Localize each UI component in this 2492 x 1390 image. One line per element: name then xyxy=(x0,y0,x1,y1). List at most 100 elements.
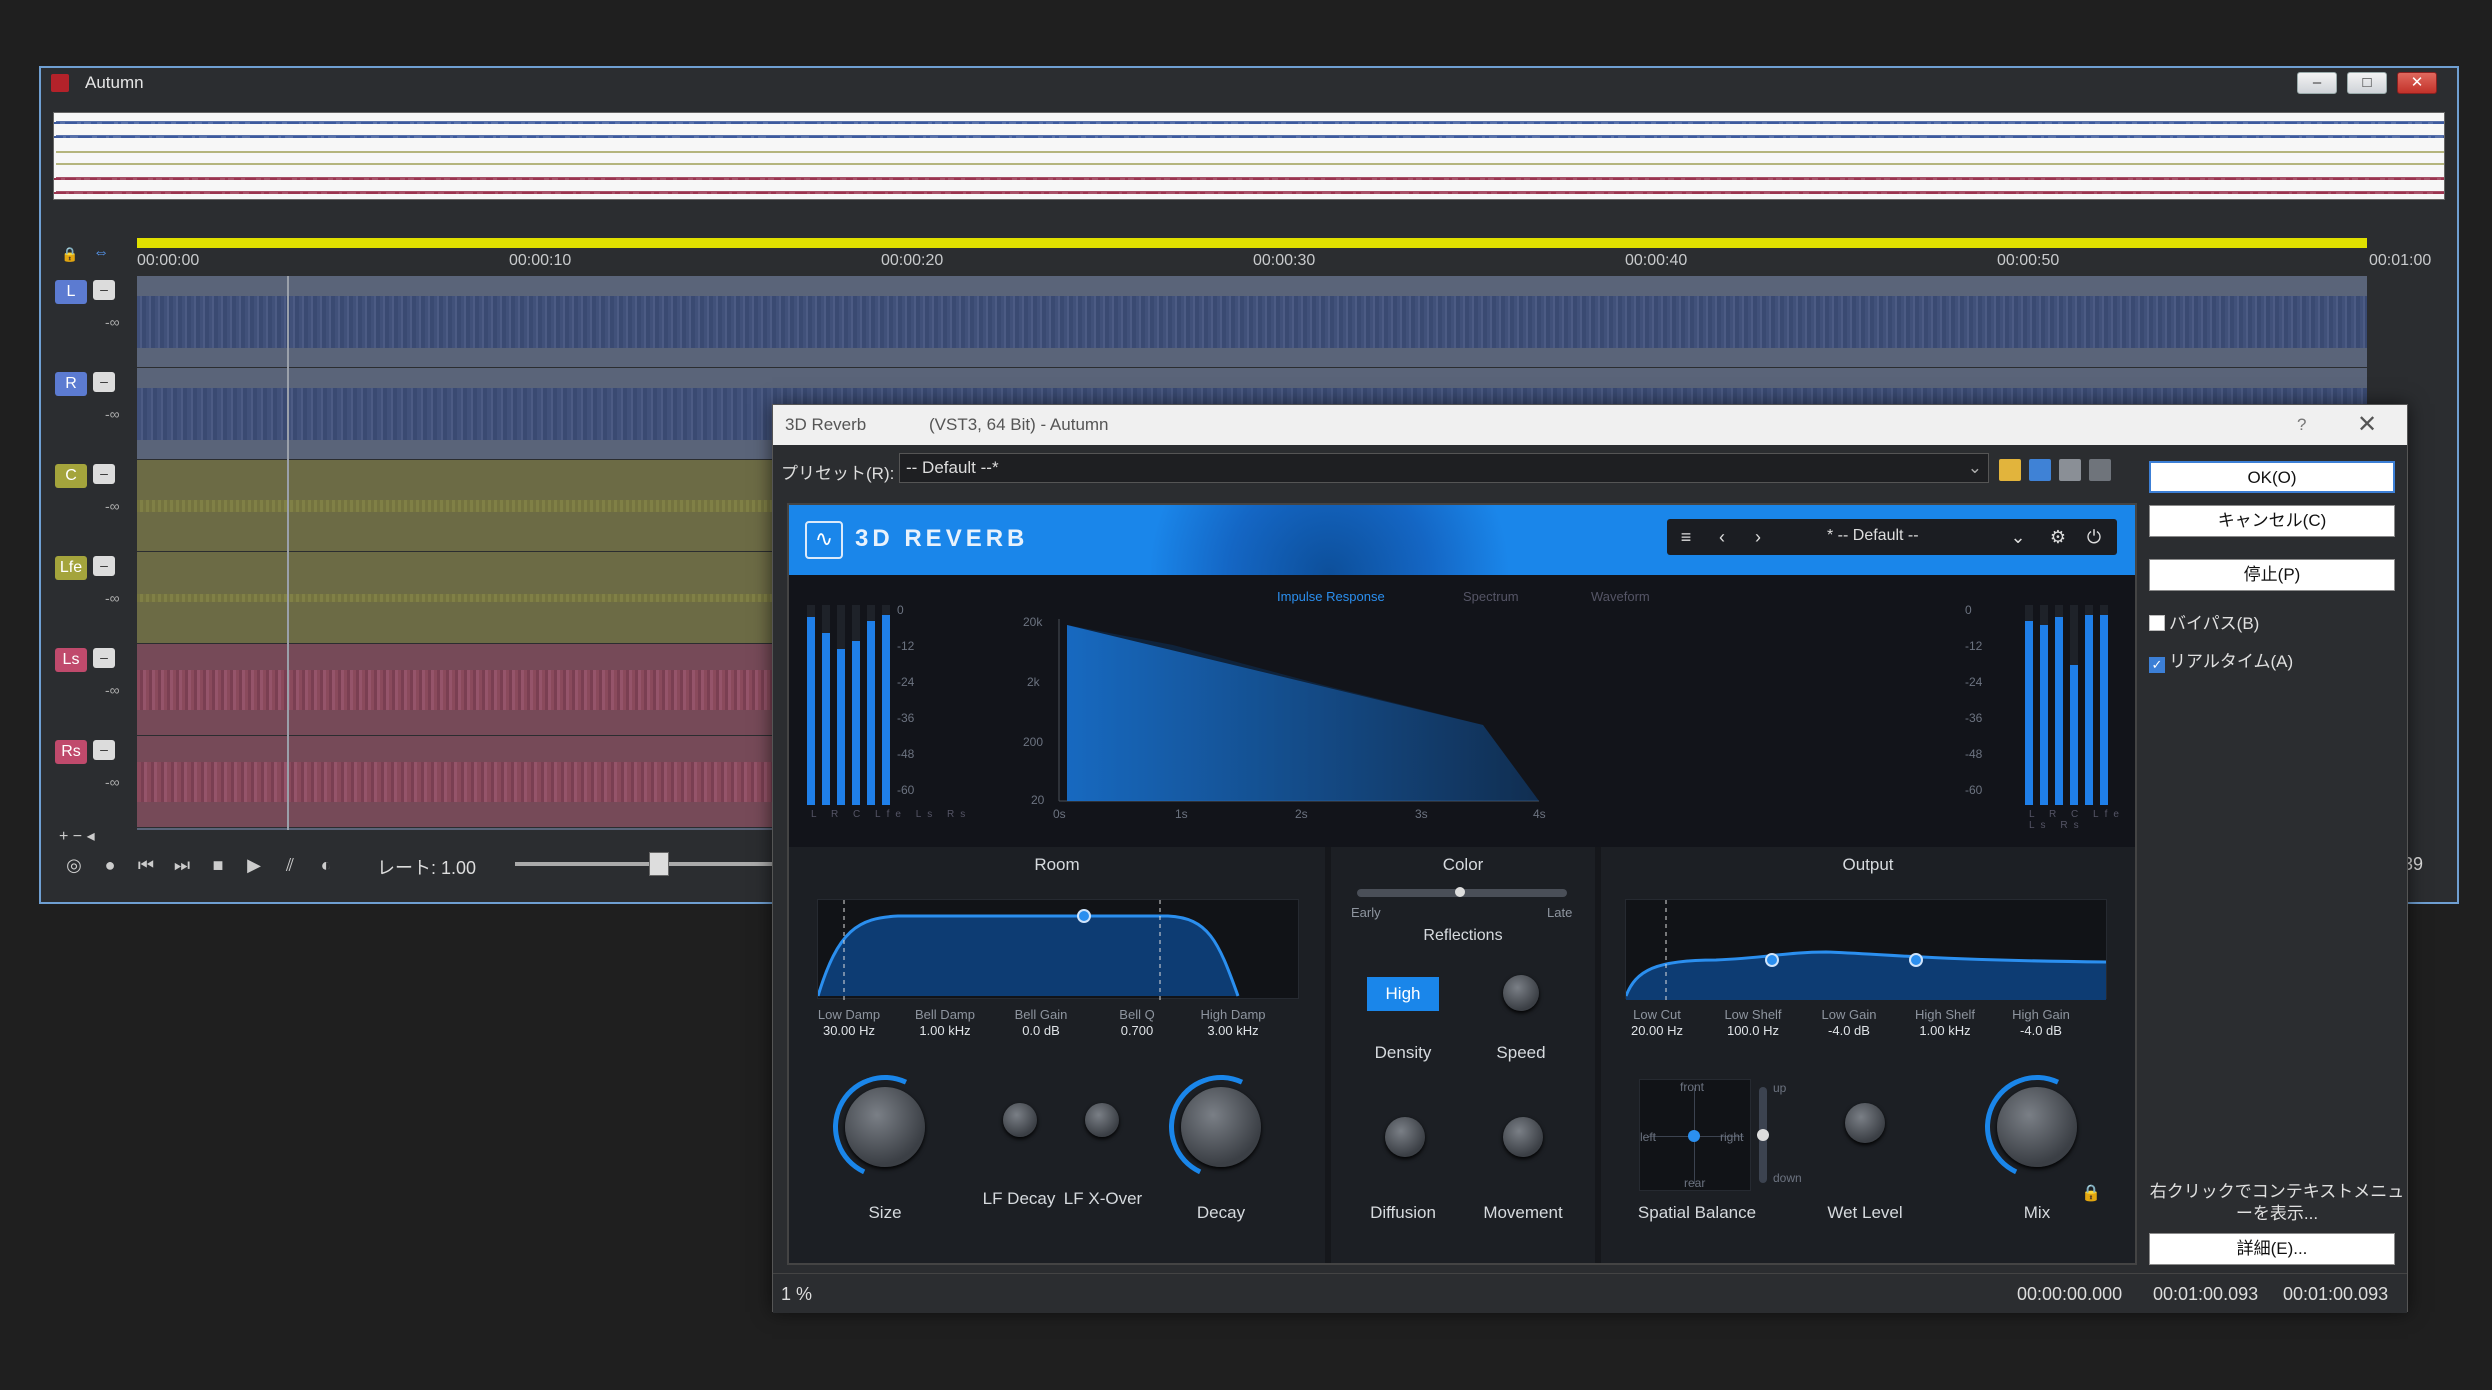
room-param-value[interactable]: 3.00 kHz xyxy=(1193,1023,1273,1038)
size-knob[interactable] xyxy=(845,1087,925,1167)
close-button[interactable]: ✕ xyxy=(2397,72,2437,94)
editor-titlebar[interactable]: Autumn – □ ✕ xyxy=(41,68,2457,98)
rate-slider-thumb[interactable] xyxy=(649,852,669,876)
menu-icon[interactable]: ≡ xyxy=(1673,525,1699,549)
channel-label-Lfe[interactable]: Lfe xyxy=(55,556,87,580)
bypass-checkbox[interactable]: バイパス(B) xyxy=(2149,609,2259,634)
mix-knob[interactable] xyxy=(1997,1087,2077,1167)
density-high-button[interactable]: High xyxy=(1367,977,1439,1011)
channel-mute-C[interactable]: – xyxy=(93,464,115,484)
rate-slider[interactable] xyxy=(515,862,775,866)
lock-icon[interactable]: 🔒 xyxy=(2081,1183,2101,1203)
record-icon[interactable]: ● xyxy=(99,854,121,876)
go-start-icon[interactable]: ⏮ xyxy=(135,854,157,876)
tab-impulse-response[interactable]: Impulse Response xyxy=(1277,589,1385,604)
minimize-button[interactable]: – xyxy=(2297,72,2337,94)
room-param-value[interactable]: 30.00 Hz xyxy=(809,1023,889,1038)
dialog-close-button[interactable]: ✕ xyxy=(2357,405,2377,445)
power-icon[interactable]: ⏻ xyxy=(2081,525,2107,549)
stop-icon[interactable]: ■ xyxy=(207,854,229,876)
time-label: 4s xyxy=(1533,807,1546,821)
output-eq-graph[interactable] xyxy=(1624,899,2107,1000)
track-row[interactable] xyxy=(137,276,2367,368)
realtime-checkbox-box[interactable]: ✓ xyxy=(2149,657,2165,673)
lf-decay-knob[interactable] xyxy=(1003,1103,1037,1137)
speed-knob[interactable] xyxy=(1503,975,1539,1011)
selection-bar[interactable] xyxy=(137,238,2367,248)
spatial-balance-pad[interactable]: front rear left right xyxy=(1639,1079,1751,1191)
reverb-plugin-panel: ∿ 3D REVERB ≡ ‹ › * -- Default -- ⌄ ⚙ ⏻ … xyxy=(787,503,2137,1265)
channel-link-icon[interactable]: ⇔ xyxy=(93,244,109,262)
bypass-checkbox-box[interactable] xyxy=(2149,615,2165,631)
help-button[interactable]: ? xyxy=(2297,405,2306,445)
channel-mute-L[interactable]: – xyxy=(93,280,115,300)
meter-ch-label: Lfe xyxy=(2093,809,2125,820)
record-loop-icon[interactable]: ◎ xyxy=(63,854,85,876)
output-param-value[interactable]: 1.00 kHz xyxy=(1905,1023,1985,1038)
output-param-label: Low Cut xyxy=(1633,1007,1681,1022)
channel-level-C: -∞ xyxy=(105,498,120,514)
room-param-label: High Damp xyxy=(1200,1007,1266,1022)
channel-mute-Lfe[interactable]: – xyxy=(93,556,115,576)
cancel-button[interactable]: キャンセル(C) xyxy=(2149,505,2395,537)
room-param-value[interactable]: 0.700 xyxy=(1097,1023,1177,1038)
preset-select[interactable]: -- Default --* ⌄ xyxy=(899,453,1989,483)
copy-preset-icon[interactable] xyxy=(2059,459,2081,481)
time-tick: 00:00:20 xyxy=(881,252,944,269)
realtime-checkbox[interactable]: ✓ リアルタイム(A) xyxy=(2149,647,2293,673)
channel-label-R[interactable]: R xyxy=(55,372,87,396)
channel-label-L[interactable]: L xyxy=(55,280,87,304)
go-end-icon[interactable]: ⏭ xyxy=(171,854,193,876)
input-channel-labels: L R C Lfe Ls Rs xyxy=(811,809,971,820)
channel-mute-Rs[interactable]: – xyxy=(93,740,115,760)
channel-mute-Ls[interactable]: – xyxy=(93,648,115,668)
gear-icon[interactable]: ⚙ xyxy=(2045,525,2071,549)
movement-knob[interactable] xyxy=(1503,1117,1543,1157)
zoom-in-icon[interactable]: + − ◂ xyxy=(59,826,95,846)
chevron-down-icon[interactable]: ⌄ xyxy=(2005,525,2031,549)
output-param-value[interactable]: 20.00 Hz xyxy=(1617,1023,1697,1038)
scrub-icon[interactable]: ⫽ xyxy=(279,854,301,876)
output-param-value[interactable]: 100.0 Hz xyxy=(1713,1023,1793,1038)
details-button[interactable]: 詳細(E)... xyxy=(2149,1233,2395,1265)
output-param-value[interactable]: -4.0 dB xyxy=(2001,1023,2081,1038)
lf-xover-knob[interactable] xyxy=(1085,1103,1119,1137)
tab-waveform[interactable]: Waveform xyxy=(1591,589,1650,604)
save-preset-icon[interactable] xyxy=(2029,459,2051,481)
diffusion-knob[interactable] xyxy=(1385,1117,1425,1157)
meter-level-bar xyxy=(2070,665,2078,805)
room-eq-graph[interactable] xyxy=(816,899,1299,1000)
decay-knob[interactable] xyxy=(1181,1087,1261,1167)
room-param-value[interactable]: 0.0 dB xyxy=(1001,1023,1081,1038)
delete-preset-icon[interactable] xyxy=(2089,459,2111,481)
reflections-slider-thumb[interactable] xyxy=(1455,887,1465,897)
room-param-value[interactable]: 1.00 kHz xyxy=(905,1023,985,1038)
room-param-label: Bell Gain xyxy=(1014,1007,1068,1022)
channel-mute-R[interactable]: – xyxy=(93,372,115,392)
channel-label-Rs[interactable]: Rs xyxy=(55,740,87,764)
lock-icon[interactable]: 🔒 xyxy=(61,246,78,263)
channel-label-Ls[interactable]: Ls xyxy=(55,648,87,672)
impulse-response-graphic xyxy=(1058,619,1539,802)
output-param-value[interactable]: -4.0 dB xyxy=(1809,1023,1889,1038)
channel-label-C[interactable]: C xyxy=(55,464,87,488)
playhead-cursor[interactable] xyxy=(287,276,289,830)
output-section: Output Low Cut 20.00 Hz Low Shelf 100.0 … xyxy=(1601,847,2135,1263)
stop-button[interactable]: 停止(P) xyxy=(2149,559,2395,591)
speaker-icon[interactable]: ◐ xyxy=(315,854,337,876)
play-icon[interactable]: ▶ xyxy=(243,854,265,876)
ok-button[interactable]: OK(O) xyxy=(2149,461,2395,493)
height-slider-thumb[interactable] xyxy=(1757,1129,1769,1141)
overview-waveform[interactable] xyxy=(53,112,2445,200)
tab-spectrum[interactable]: Spectrum xyxy=(1463,589,1519,604)
next-preset-icon[interactable]: › xyxy=(1745,525,1771,549)
spatial-balance-handle[interactable] xyxy=(1688,1130,1700,1142)
prev-preset-icon[interactable]: ‹ xyxy=(1709,525,1735,549)
dialog-titlebar[interactable]: 3D Reverb (VST3, 64 Bit) - Autumn ? ✕ xyxy=(773,405,2407,445)
size-label: Size xyxy=(868,1203,902,1222)
open-preset-icon[interactable] xyxy=(1999,459,2021,481)
plugin-preset-name[interactable]: * -- Default -- xyxy=(1827,527,1919,545)
wet-level-knob[interactable] xyxy=(1845,1103,1885,1143)
db-label: -24 xyxy=(897,675,915,689)
maximize-button[interactable]: □ xyxy=(2347,72,2387,94)
